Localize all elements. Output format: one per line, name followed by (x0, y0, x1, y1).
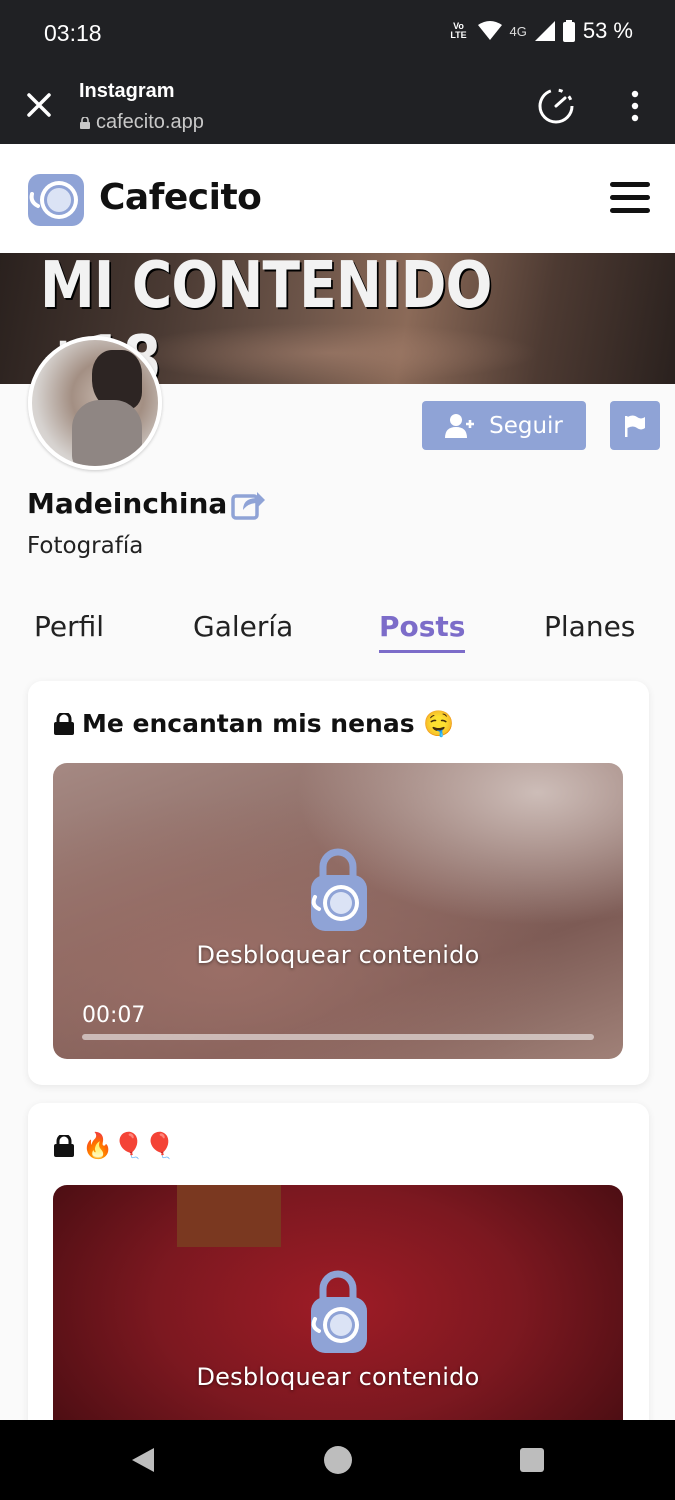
cafecito-logo[interactable] (26, 172, 86, 228)
lock-icon (80, 116, 90, 129)
cafecito-lock-icon (311, 848, 367, 931)
browser-toolbar: Instagram cafecito.app (0, 66, 675, 144)
lock-icon (54, 1135, 74, 1157)
cafecito-lock-icon (311, 1270, 367, 1353)
menu-icon[interactable] (610, 182, 650, 216)
home-icon[interactable] (324, 1446, 352, 1474)
avatar[interactable] (28, 336, 162, 470)
tab-planes[interactable]: Planes (544, 610, 635, 643)
unlock-content[interactable]: Desbloquear contenido (53, 1269, 623, 1391)
close-icon[interactable] (24, 90, 54, 120)
app-header: Cafecito (0, 144, 675, 253)
share-icon[interactable] (231, 488, 265, 520)
battery-level: 53 % (582, 18, 633, 43)
brand-name[interactable]: Cafecito (99, 177, 262, 218)
browser-url-text: cafecito.app (96, 111, 204, 133)
recents-icon[interactable] (520, 1448, 544, 1472)
report-button[interactable] (610, 401, 660, 450)
battery-icon (562, 20, 575, 42)
post-title-text: Me encantan mis nenas 🤤 (82, 709, 455, 738)
user-plus-icon (445, 413, 475, 438)
post-card: Me encantan mis nenas 🤤 Desbloquear cont… (28, 681, 649, 1085)
unlock-label: Desbloquear contenido (196, 1363, 480, 1391)
unlock-content[interactable]: Desbloquear contenido (53, 847, 623, 969)
volte-icon: Vo LTE (450, 21, 467, 40)
flag-icon (625, 415, 645, 437)
follow-button[interactable]: Seguir (422, 401, 586, 450)
status-bar: 03:18 Vo LTE 4G 53 % (0, 0, 675, 66)
post-title: 🔥🎈🎈 (54, 1131, 175, 1161)
speed-icon[interactable] (536, 86, 576, 126)
locked-video[interactable]: Desbloquear contenido 00:07 (53, 763, 623, 1059)
tab-posts[interactable]: Posts (379, 610, 466, 653)
follow-label: Seguir (489, 412, 563, 439)
status-icons: Vo LTE 4G 53 % (448, 18, 633, 44)
signal-icon (534, 21, 555, 41)
browser-title: Instagram (79, 80, 175, 102)
profile-tabs: Perfil Galería Posts Planes (0, 610, 675, 660)
post-title-text: 🔥🎈🎈 (82, 1131, 176, 1160)
wifi-icon (477, 21, 502, 40)
post-title: Me encantan mis nenas 🤤 (54, 709, 454, 739)
video-duration: 00:07 (82, 1003, 146, 1028)
tab-galeria[interactable]: Galería (193, 610, 293, 643)
network-type: 4G (509, 23, 527, 39)
unlock-label: Desbloquear contenido (196, 941, 480, 969)
profile-category: Fotografía (27, 533, 144, 559)
browser-url[interactable]: cafecito.app (80, 111, 204, 134)
system-navigation-bar (0, 1420, 675, 1500)
video-progress-bar[interactable] (82, 1034, 594, 1040)
back-icon[interactable] (128, 1446, 156, 1474)
lock-icon (54, 713, 74, 735)
status-time: 03:18 (44, 20, 102, 46)
tab-perfil[interactable]: Perfil (34, 610, 104, 643)
profile-name: Madeinchina (27, 487, 228, 520)
more-icon[interactable] (626, 90, 644, 122)
